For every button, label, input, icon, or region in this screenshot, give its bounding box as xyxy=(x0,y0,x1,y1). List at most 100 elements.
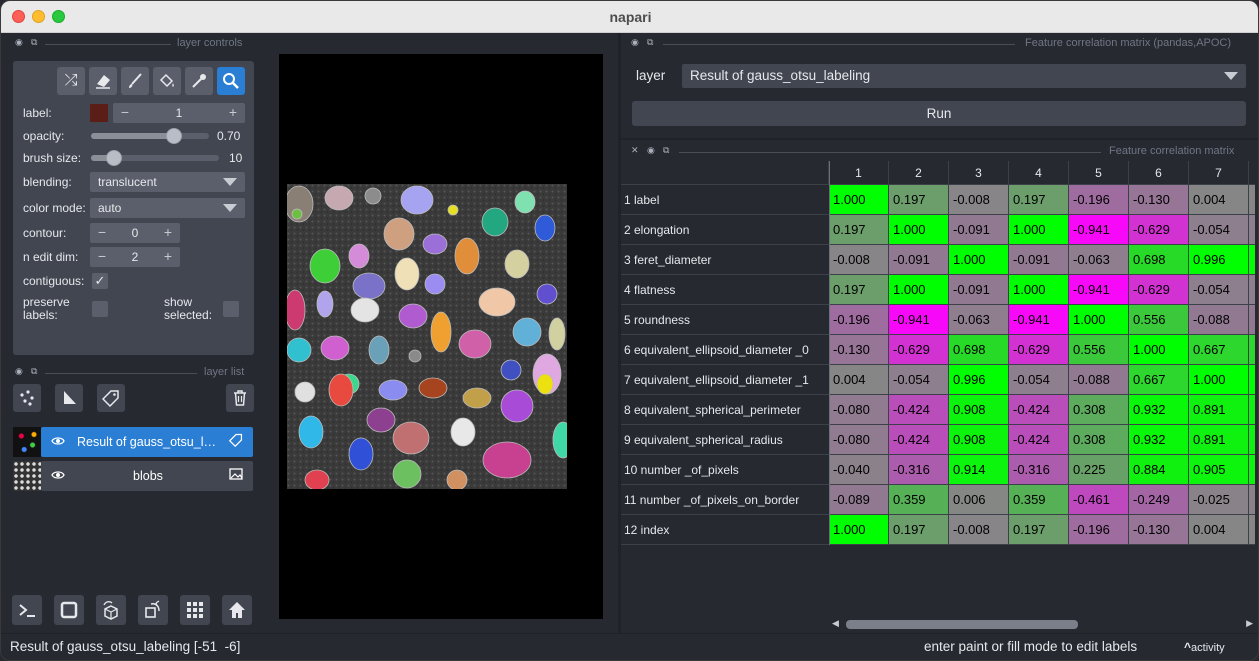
row-header[interactable]: 10 number _of_pixels xyxy=(621,455,829,485)
table-cell[interactable]: -0.040 xyxy=(829,455,889,485)
decrement-icon[interactable]: − xyxy=(93,248,111,264)
fill-bucket-button[interactable] xyxy=(153,67,181,95)
table-cell[interactable]: -0.008 xyxy=(949,185,1009,215)
table-cell[interactable]: -0.196 xyxy=(829,305,889,335)
table-cell[interactable]: 0.359 xyxy=(1009,485,1069,515)
table-cell[interactable]: -0.054 xyxy=(1009,365,1069,395)
preserve-labels-checkbox[interactable] xyxy=(92,301,108,317)
new-shapes-layer-button[interactable] xyxy=(55,384,83,412)
table-cell[interactable]: -0.063 xyxy=(1069,245,1129,275)
float-dock-icon[interactable]: ⧉ xyxy=(31,366,37,377)
layer-select[interactable]: Result of gauss_otsu_labeling xyxy=(682,64,1246,88)
table-cell[interactable]: -0.008 xyxy=(829,245,889,275)
row-header[interactable]: 3 feret_diameter xyxy=(621,245,829,275)
table-cell[interactable] xyxy=(1249,275,1255,305)
table-cell[interactable]: 0.996 xyxy=(949,365,1009,395)
table-cell[interactable]: -0.089 xyxy=(829,485,889,515)
table-cell[interactable]: 1.000 xyxy=(889,215,949,245)
table-cell[interactable]: -0.941 xyxy=(889,305,949,335)
column-header[interactable]: 4 xyxy=(1009,161,1069,185)
table-cell[interactable]: 0.004 xyxy=(1189,185,1249,215)
console-button[interactable] xyxy=(12,595,42,625)
ndisplay-button[interactable] xyxy=(54,595,84,625)
row-header[interactable]: 5 roundness xyxy=(621,305,829,335)
table-cell[interactable] xyxy=(1249,305,1255,335)
n-edit-dim-stepper[interactable]: − 2 + xyxy=(90,247,180,267)
table-cell[interactable]: 0.891 xyxy=(1189,395,1249,425)
table-cell[interactable]: -0.091 xyxy=(1009,245,1069,275)
table-cell[interactable]: 0.698 xyxy=(949,335,1009,365)
column-header[interactable]: 1 xyxy=(829,161,889,185)
table-cell[interactable]: -0.091 xyxy=(949,215,1009,245)
column-header[interactable] xyxy=(1249,161,1255,185)
table-cell[interactable]: 0.004 xyxy=(829,365,889,395)
opacity-slider-handle[interactable] xyxy=(165,128,182,144)
table-cell[interactable]: 0.197 xyxy=(829,275,889,305)
increment-icon[interactable]: + xyxy=(159,224,177,240)
table-cell[interactable] xyxy=(1249,245,1255,275)
hide-dock-icon[interactable]: ◉ xyxy=(647,145,655,156)
table-cell[interactable]: 0.359 xyxy=(889,485,949,515)
table-cell[interactable] xyxy=(1249,515,1255,545)
table-cell[interactable] xyxy=(1249,485,1255,515)
table-cell[interactable]: 1.000 xyxy=(1069,305,1129,335)
row-header[interactable]: 8 equivalent_spherical_perimeter xyxy=(621,395,829,425)
table-cell[interactable]: -0.063 xyxy=(949,305,1009,335)
table-cell[interactable]: -0.424 xyxy=(889,425,949,455)
table-cell[interactable]: -0.091 xyxy=(949,275,1009,305)
layer-row-blobs[interactable]: blobs xyxy=(13,461,253,491)
table-cell[interactable]: -0.629 xyxy=(1129,275,1189,305)
table-horizontal-scrollbar[interactable]: ◀ ▶ xyxy=(830,618,1255,631)
table-cell[interactable]: -0.316 xyxy=(889,455,949,485)
table-cell[interactable]: -0.091 xyxy=(889,245,949,275)
table-cell[interactable]: 0.884 xyxy=(1129,455,1189,485)
contiguous-checkbox[interactable]: ✓ xyxy=(92,273,108,289)
new-points-layer-button[interactable] xyxy=(13,384,41,412)
table-cell[interactable]: 0.197 xyxy=(1009,515,1069,545)
increment-icon[interactable]: + xyxy=(159,248,177,264)
table-cell[interactable]: 0.996 xyxy=(1189,245,1249,275)
table-cell[interactable]: -0.080 xyxy=(829,425,889,455)
close-icon[interactable]: ✕ xyxy=(631,145,639,156)
column-header[interactable]: 7 xyxy=(1189,161,1249,185)
table-cell[interactable] xyxy=(1249,425,1255,455)
row-header[interactable]: 6 equivalent_ellipsoid_diameter _0 xyxy=(621,335,829,365)
row-header[interactable]: 1 label xyxy=(621,185,829,215)
brush-size-slider[interactable] xyxy=(91,150,219,166)
table-cell[interactable] xyxy=(1249,335,1255,365)
table-cell[interactable]: 0.667 xyxy=(1189,335,1249,365)
table-cell[interactable]: -0.130 xyxy=(829,335,889,365)
delete-layer-button[interactable] xyxy=(226,384,254,412)
table-cell[interactable]: 1.000 xyxy=(1129,335,1189,365)
table-cell[interactable]: -0.629 xyxy=(889,335,949,365)
transpose-button[interactable] xyxy=(138,595,168,625)
table-cell[interactable]: -0.196 xyxy=(1069,185,1129,215)
layer-row-labels[interactable]: Result of gauss_otsu_labeling xyxy=(13,427,253,457)
table-cell[interactable]: 0.556 xyxy=(1129,305,1189,335)
column-header[interactable]: 2 xyxy=(889,161,949,185)
table-cell[interactable]: 0.914 xyxy=(949,455,1009,485)
table-cell[interactable]: -0.629 xyxy=(1129,215,1189,245)
color-picker-button[interactable] xyxy=(185,67,213,95)
roll-dimensions-button[interactable] xyxy=(96,595,126,625)
table-cell[interactable] xyxy=(1249,365,1255,395)
table-cell[interactable]: 0.197 xyxy=(889,515,949,545)
table-cell[interactable]: -0.941 xyxy=(1069,275,1129,305)
label-stepper[interactable]: − 1 + xyxy=(113,103,245,123)
table-cell[interactable]: 1.000 xyxy=(1009,275,1069,305)
table-cell[interactable]: 1.000 xyxy=(889,275,949,305)
scrollbar-thumb[interactable] xyxy=(846,620,1078,629)
table-cell[interactable]: 1.000 xyxy=(1009,215,1069,245)
table-cell[interactable] xyxy=(1249,215,1255,245)
table-cell[interactable] xyxy=(1249,185,1255,215)
table-cell[interactable]: 0.556 xyxy=(1069,335,1129,365)
table-cell[interactable]: -0.054 xyxy=(1189,275,1249,305)
table-cell[interactable]: -0.054 xyxy=(889,365,949,395)
run-button[interactable]: Run xyxy=(632,101,1246,126)
column-header[interactable]: 3 xyxy=(949,161,1009,185)
column-header[interactable]: 6 xyxy=(1129,161,1189,185)
table-cell[interactable]: 1.000 xyxy=(1189,365,1249,395)
table-cell[interactable]: 0.908 xyxy=(949,425,1009,455)
table-cell[interactable]: 0.308 xyxy=(1069,395,1129,425)
float-dock-icon[interactable]: ⧉ xyxy=(647,37,653,48)
